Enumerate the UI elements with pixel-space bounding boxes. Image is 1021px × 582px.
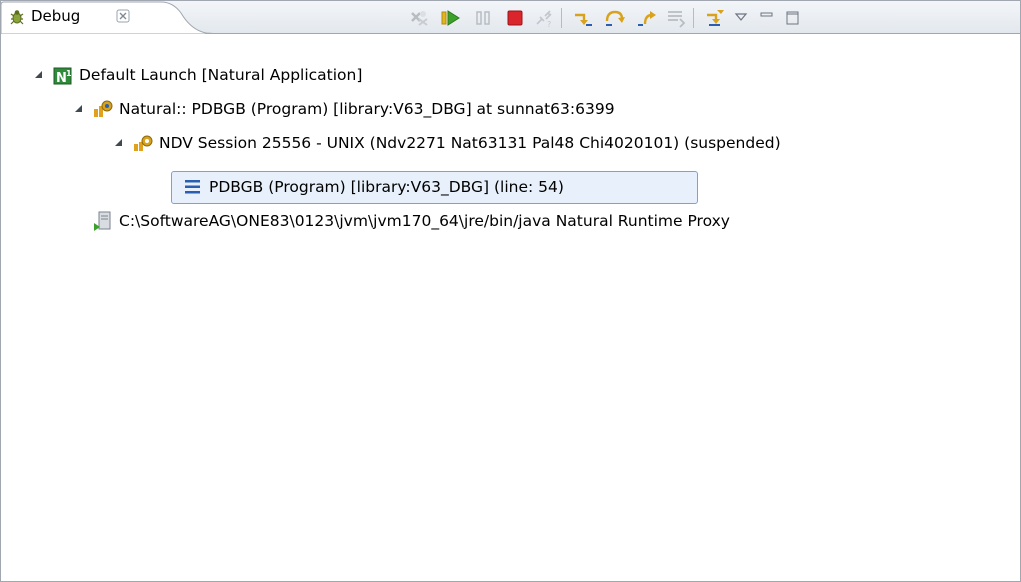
toolbar-separator (693, 8, 694, 28)
launch-label: Default Launch [Natural Application] (79, 66, 363, 84)
process-label: C:\SoftwareAG\ONE83\0123\jvm\jvm170_64\j… (119, 212, 730, 230)
tab-debug[interactable]: Debug (1, 1, 221, 34)
tree-item-session[interactable]: NDV Session 25556 - UNIX (Ndv2271 Nat631… (113, 131, 781, 155)
suspend-icon (476, 11, 490, 25)
view-menu-button[interactable] (729, 6, 753, 30)
resume-icon (441, 10, 460, 26)
tree-item-frame[interactable]: PDBGB (Program) [library:V63_DBG] (line:… (183, 175, 564, 199)
debug-tree: N 1 Default Launch [Natural Application]… (1, 35, 1020, 581)
minimize-button[interactable] (755, 6, 779, 30)
svg-text:?: ? (547, 20, 551, 29)
tree-item-launch[interactable]: N 1 Default Launch [Natural Application] (33, 63, 362, 87)
minimize-icon (760, 12, 773, 17)
frame-label: PDBGB (Program) [library:V63_DBG] (line:… (209, 178, 564, 196)
debug-target-icon (94, 100, 113, 117)
close-icon[interactable] (116, 9, 130, 23)
expanded-twisty-icon[interactable] (113, 137, 125, 149)
stack-frame-icon (185, 180, 200, 194)
expanded-twisty-icon[interactable] (33, 69, 45, 81)
tree-item-process[interactable]: C:\SoftwareAG\ONE83\0123\jvm\jvm170_64\j… (93, 209, 730, 233)
step-into-button[interactable] (571, 6, 595, 30)
terminate-button[interactable] (503, 6, 527, 30)
maximize-icon (786, 11, 799, 25)
terminate-icon (507, 10, 523, 26)
disconnect-button[interactable]: ? (533, 6, 557, 30)
thread-icon (134, 135, 153, 151)
step-over-icon (605, 10, 625, 26)
view-header: Debug ? (1, 1, 1020, 34)
svg-text:1: 1 (66, 69, 72, 78)
drop-to-frame-icon (668, 11, 686, 28)
remove-terminated-button[interactable] (407, 6, 431, 30)
disconnect-icon: ? (536, 10, 552, 29)
use-step-filters-button[interactable] (703, 6, 727, 30)
session-label: NDV Session 25556 - UNIX (Ndv2271 Nat631… (159, 134, 781, 152)
suspend-button[interactable] (471, 6, 495, 30)
remove-terminated-icon (411, 11, 428, 26)
bug-icon (10, 10, 24, 25)
natural-launch-icon: N 1 (53, 67, 72, 85)
maximize-button[interactable] (781, 6, 805, 30)
tree-item-program[interactable]: Natural:: PDBGB (Program) [library:V63_D… (73, 97, 615, 121)
tab-title: Debug (31, 7, 81, 25)
program-label: Natural:: PDBGB (Program) [library:V63_D… (119, 100, 615, 118)
expanded-twisty-icon[interactable] (73, 103, 85, 115)
process-icon (94, 211, 111, 231)
drop-to-frame-button[interactable] (665, 6, 689, 30)
step-over-button[interactable] (603, 6, 627, 30)
use-step-filters-icon (707, 10, 724, 26)
step-return-button[interactable] (635, 6, 659, 30)
resume-button[interactable] (439, 6, 463, 30)
toolbar-separator (561, 8, 562, 28)
step-return-icon (638, 11, 656, 26)
view-menu-icon (734, 13, 748, 21)
step-into-icon (575, 13, 592, 26)
debug-view: Debug ? N 1 Default Launch [Natural Appl… (0, 0, 1021, 582)
